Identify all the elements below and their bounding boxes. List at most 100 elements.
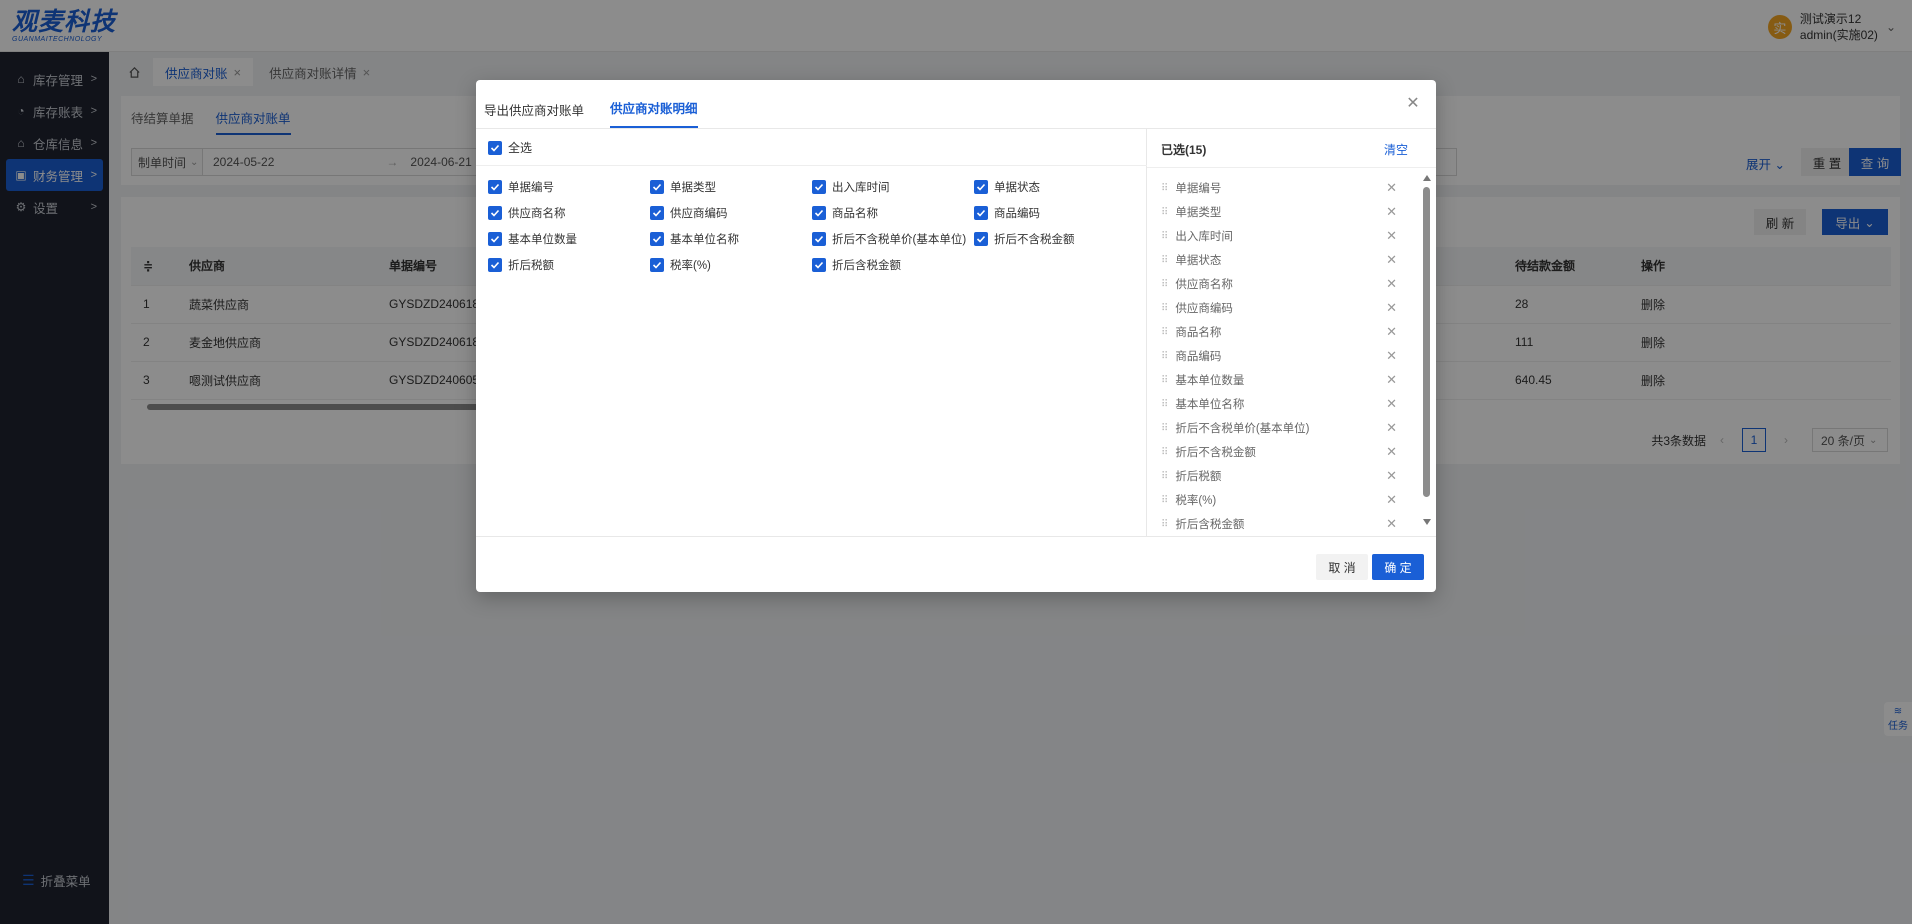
remove-icon[interactable]: ✕ xyxy=(1386,396,1397,412)
field-checkbox-label: 折后不含税单价(基本单位) xyxy=(832,234,967,246)
selected-field-label: 折后含税金额 xyxy=(1175,519,1245,531)
select-all-checkbox[interactable]: 全选 xyxy=(488,139,532,156)
remove-icon[interactable]: ✕ xyxy=(1386,444,1397,460)
selected-field-item[interactable]: ⠿ 基本单位名称 ✕ xyxy=(1147,392,1417,416)
checkbox-checked-icon xyxy=(488,258,502,272)
tab-statement-details[interactable]: 供应商对账明细 xyxy=(610,98,698,128)
checkbox-checked-icon xyxy=(974,180,988,194)
selected-count-title: 已选(15) xyxy=(1161,143,1207,157)
field-checkbox-label: 供应商名称 xyxy=(508,208,566,220)
drag-handle-icon[interactable]: ⠿ xyxy=(1161,303,1168,314)
remove-icon[interactable]: ✕ xyxy=(1386,252,1397,268)
checkbox-checked-icon xyxy=(812,206,826,220)
selected-field-label: 折后税额 xyxy=(1175,471,1222,483)
field-checkbox[interactable]: 供应商编码 xyxy=(650,205,812,221)
selected-field-item[interactable]: ⠿ 单据编号 ✕ xyxy=(1147,176,1417,200)
selected-field-item[interactable]: ⠿ 商品名称 ✕ xyxy=(1147,320,1417,344)
selected-field-item[interactable]: ⠿ 折后不含税金额 ✕ xyxy=(1147,440,1417,464)
drag-handle-icon[interactable]: ⠿ xyxy=(1161,399,1168,410)
remove-icon[interactable]: ✕ xyxy=(1386,348,1397,364)
selected-field-item[interactable]: ⠿ 基本单位数量 ✕ xyxy=(1147,368,1417,392)
drag-handle-icon[interactable]: ⠿ xyxy=(1161,279,1168,290)
remove-icon[interactable]: ✕ xyxy=(1386,276,1397,292)
selected-field-label: 商品编码 xyxy=(1175,351,1222,363)
remove-icon[interactable]: ✕ xyxy=(1386,492,1397,508)
checkbox-checked-icon xyxy=(650,180,664,194)
drag-handle-icon[interactable]: ⠿ xyxy=(1161,423,1168,434)
field-checkbox-label: 税率(%) xyxy=(670,260,711,272)
field-checkbox[interactable]: 折后含税金额 xyxy=(812,257,974,273)
field-checkbox-grid: 单据编号 单据类型 出入库时间 单据状态供应商名称 供应商编码 商品名称 商品编码基本单位数… xyxy=(488,179,1138,273)
field-checkbox[interactable]: 税率(%) xyxy=(650,257,812,273)
drag-handle-icon[interactable]: ⠿ xyxy=(1161,207,1168,218)
drag-handle-icon[interactable]: ⠿ xyxy=(1161,375,1168,386)
scrollbar-thumb[interactable] xyxy=(1423,187,1430,497)
field-checkbox-label: 单据类型 xyxy=(670,182,716,194)
drag-handle-icon[interactable]: ⠿ xyxy=(1161,471,1168,482)
cancel-button[interactable]: 取 消 xyxy=(1316,554,1368,580)
field-checkbox[interactable]: 商品编码 xyxy=(974,205,1136,221)
selected-field-item[interactable]: ⠿ 折后税额 ✕ xyxy=(1147,464,1417,488)
field-checkbox-label: 商品名称 xyxy=(832,208,878,220)
selected-field-item[interactable]: ⠿ 折后含税金额 ✕ xyxy=(1147,512,1417,536)
selected-field-label: 商品名称 xyxy=(1175,327,1222,339)
field-checkbox[interactable]: 单据编号 xyxy=(488,179,650,195)
remove-icon[interactable]: ✕ xyxy=(1386,420,1397,436)
field-checkbox[interactable]: 折后不含税金额 xyxy=(974,231,1136,247)
field-checkbox[interactable]: 折后税额 xyxy=(488,257,650,273)
remove-icon[interactable]: ✕ xyxy=(1386,372,1397,388)
field-checkbox-label: 基本单位数量 xyxy=(508,234,577,246)
drag-handle-icon[interactable]: ⠿ xyxy=(1161,495,1168,506)
drag-handle-icon[interactable]: ⠿ xyxy=(1161,183,1168,194)
drag-handle-icon[interactable]: ⠿ xyxy=(1161,519,1168,530)
selected-field-item[interactable]: ⠿ 供应商编码 ✕ xyxy=(1147,296,1417,320)
field-checkbox[interactable]: 出入库时间 xyxy=(812,179,974,195)
field-checkbox[interactable]: 折后不含税单价(基本单位) xyxy=(812,231,974,247)
remove-icon[interactable]: ✕ xyxy=(1386,228,1397,244)
field-checkbox[interactable]: 单据状态 xyxy=(974,179,1136,195)
field-checkbox[interactable]: 供应商名称 xyxy=(488,205,650,221)
selected-field-label: 单据编号 xyxy=(1175,183,1222,195)
checkbox-checked-icon xyxy=(974,232,988,246)
field-checkbox[interactable]: 基本单位数量 xyxy=(488,231,650,247)
selected-field-label: 单据类型 xyxy=(1175,207,1222,219)
checkbox-checked-icon xyxy=(812,180,826,194)
clear-selected-link[interactable]: 清空 xyxy=(1384,141,1408,158)
checkbox-checked-icon xyxy=(650,206,664,220)
selected-field-item[interactable]: ⠿ 商品编码 ✕ xyxy=(1147,344,1417,368)
drag-handle-icon[interactable]: ⠿ xyxy=(1161,255,1168,266)
drag-handle-icon[interactable]: ⠿ xyxy=(1161,327,1168,338)
drag-handle-icon[interactable]: ⠿ xyxy=(1161,231,1168,242)
remove-icon[interactable]: ✕ xyxy=(1386,180,1397,196)
scroll-up-icon[interactable] xyxy=(1423,175,1431,181)
selected-field-item[interactable]: ⠿ 税率(%) ✕ xyxy=(1147,488,1417,512)
field-checkbox-label: 供应商编码 xyxy=(670,208,728,220)
field-checkbox-label: 折后含税金额 xyxy=(832,260,901,272)
remove-icon[interactable]: ✕ xyxy=(1386,204,1397,220)
field-checkbox[interactable]: 商品名称 xyxy=(812,205,974,221)
checkbox-checked-icon xyxy=(488,232,502,246)
confirm-button[interactable]: 确 定 xyxy=(1372,554,1424,580)
field-checkbox-label: 出入库时间 xyxy=(832,182,890,194)
drag-handle-icon[interactable]: ⠿ xyxy=(1161,447,1168,458)
selected-field-label: 折后不含税金额 xyxy=(1175,447,1256,459)
field-checkbox[interactable]: 单据类型 xyxy=(650,179,812,195)
remove-icon[interactable]: ✕ xyxy=(1386,324,1397,340)
tab-export-statement[interactable]: 导出供应商对账单 xyxy=(484,100,584,128)
remove-icon[interactable]: ✕ xyxy=(1386,300,1397,316)
selected-field-item[interactable]: ⠿ 单据状态 ✕ xyxy=(1147,248,1417,272)
selected-field-item[interactable]: ⠿ 折后不含税单价(基本单位) ✕ xyxy=(1147,416,1417,440)
drag-handle-icon[interactable]: ⠿ xyxy=(1161,351,1168,362)
remove-icon[interactable]: ✕ xyxy=(1386,516,1397,532)
field-checkbox[interactable]: 基本单位名称 xyxy=(650,231,812,247)
selected-field-item[interactable]: ⠿ 单据类型 ✕ xyxy=(1147,200,1417,224)
selected-fields-list: ⠿ 单据编号 ✕ ⠿ 单据类型 ✕ ⠿ 出入库时间 ✕ ⠿ 单据状态 ✕ ⠿ 供应商名称 ✕ ⠿ 供应商编码 ✕ ⠿… xyxy=(1147,176,1417,536)
selected-field-item[interactable]: ⠿ 出入库时间 ✕ xyxy=(1147,224,1417,248)
selected-field-item[interactable]: ⠿ 供应商名称 ✕ xyxy=(1147,272,1417,296)
field-checkbox-label: 折后税额 xyxy=(508,260,554,272)
checkbox-checked-icon xyxy=(812,232,826,246)
close-icon[interactable]: ✕ xyxy=(1404,94,1422,112)
vertical-scrollbar[interactable] xyxy=(1422,175,1432,525)
remove-icon[interactable]: ✕ xyxy=(1386,468,1397,484)
scroll-down-icon[interactable] xyxy=(1423,519,1431,525)
